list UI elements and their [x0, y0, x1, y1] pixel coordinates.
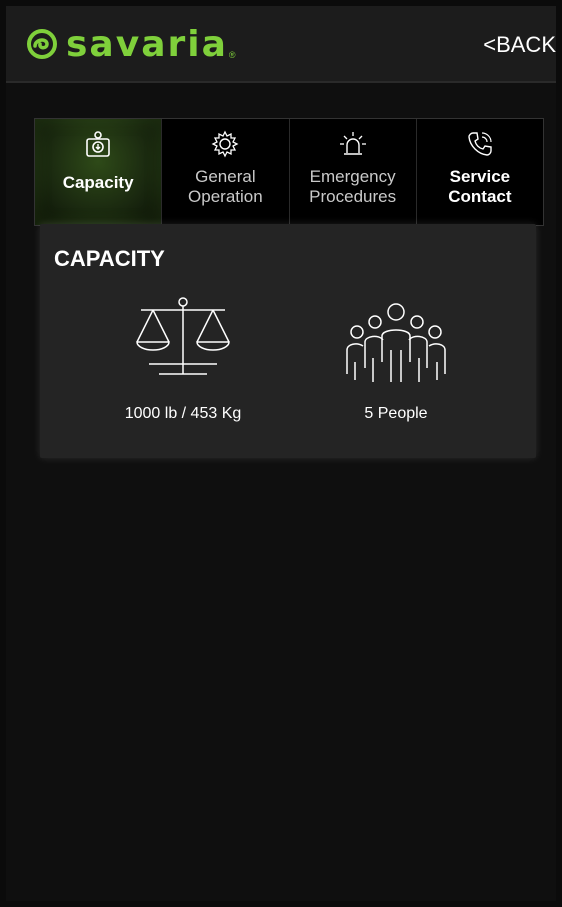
tab-label-capacity: Capacity [62, 173, 134, 192]
savaria-swirl-icon [27, 29, 57, 59]
section-tabs: Capacity General Operation Emergency Pro… [34, 118, 544, 226]
gear-icon [211, 130, 239, 158]
tab-emergency-procedures[interactable]: Emergency Procedures [290, 119, 417, 225]
phone-icon [468, 132, 492, 156]
savaria-logo: savaria ® [26, 23, 236, 65]
tab-general-operation[interactable]: General Operation [162, 119, 290, 225]
back-button[interactable]: <BACK [483, 32, 556, 58]
app-screen: savaria ® <BACK Capacity General Operati… [6, 6, 556, 901]
weight-icon [86, 131, 110, 157]
tab-label-service-contact: Service Contact [448, 167, 512, 206]
people-capacity: 5 People [316, 302, 476, 423]
people-capacity-label: 5 People [364, 405, 428, 422]
tab-label-emergency-procedures: Emergency Procedures [309, 167, 397, 206]
tab-capacity[interactable]: Capacity [35, 119, 163, 225]
tab-label-general-operation: General Operation [188, 167, 263, 206]
scale-icon [136, 297, 230, 375]
tab-service-contact[interactable]: Service Contact [417, 119, 543, 225]
capacity-panel: CAPACITY 1000 lb / 453 Kg 5 People [40, 224, 536, 458]
alarm-light-icon [339, 132, 366, 155]
panel-title: CAPACITY [54, 246, 165, 271]
people-group-icon [346, 303, 446, 382]
logo-text: savaria [66, 23, 228, 65]
registered-mark: ® [228, 50, 236, 60]
weight-capacity: 1000 lb / 453 Kg [98, 294, 268, 423]
header: savaria ® <BACK [6, 6, 556, 83]
weight-capacity-label: 1000 lb / 453 Kg [124, 405, 242, 422]
